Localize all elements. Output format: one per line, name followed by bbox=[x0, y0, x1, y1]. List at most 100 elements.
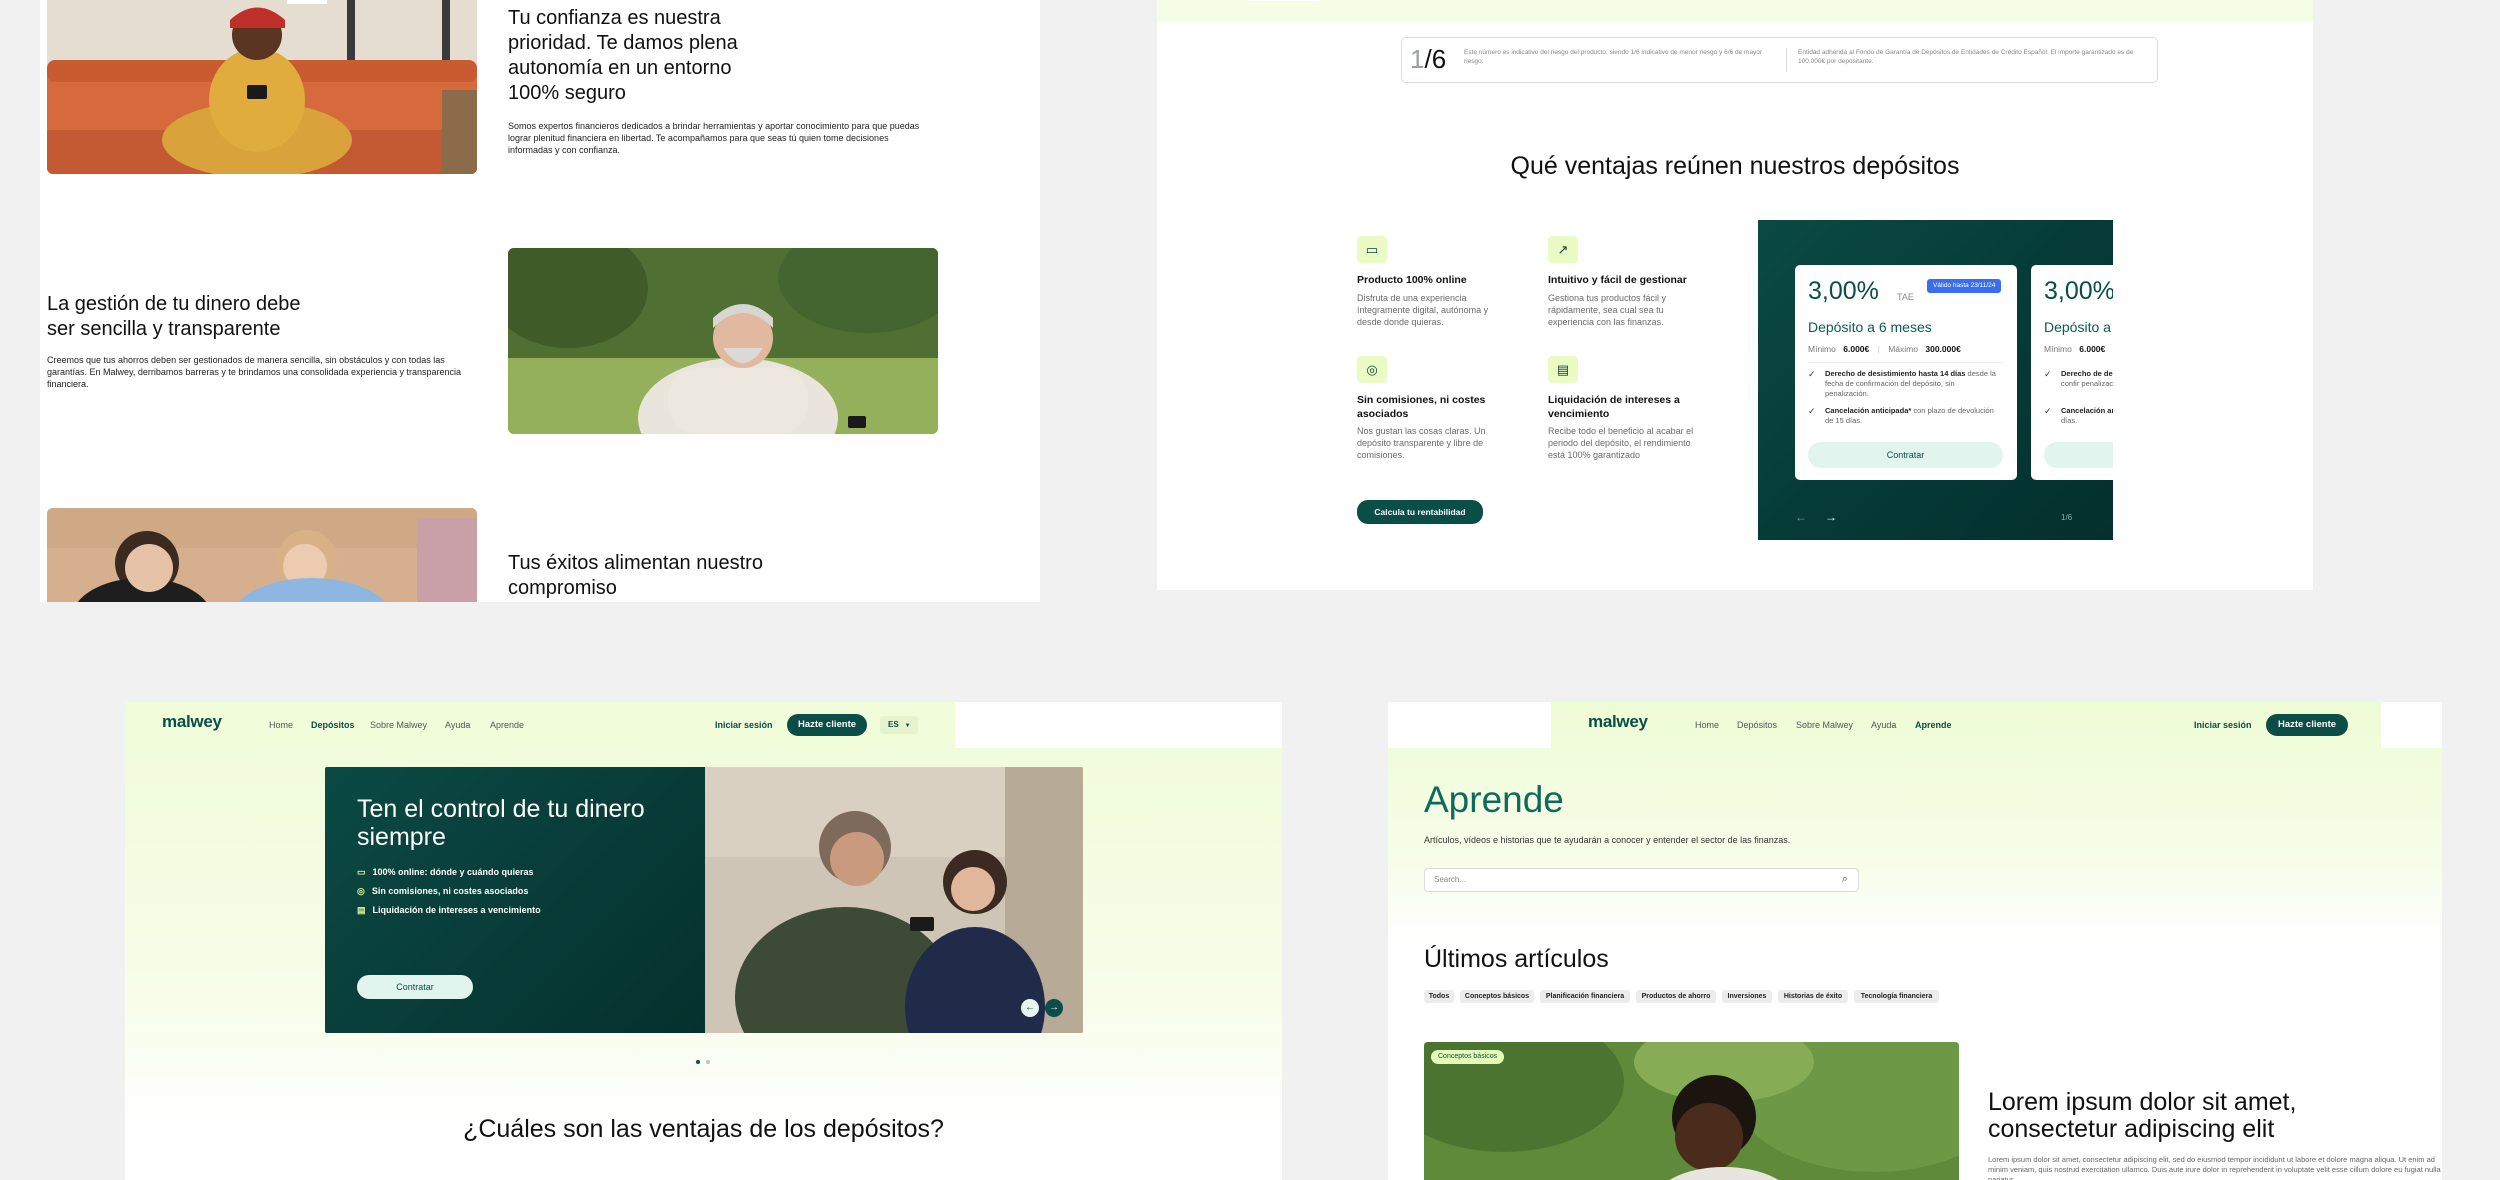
malwey-logo[interactable]: malwey bbox=[1588, 712, 1648, 732]
body-confianza: Somos expertos financieros dedicados a b… bbox=[508, 121, 920, 155]
deposit2-limits: Mínimo 6.000€ bbox=[2044, 344, 2105, 354]
search-input[interactable]: Search... ⌕ bbox=[1424, 868, 1859, 892]
min-label: Mínimo bbox=[1808, 344, 1836, 354]
nav-home[interactable]: Home bbox=[1695, 720, 1719, 730]
coin-icon: ◎ bbox=[1357, 356, 1387, 383]
hero-dot[interactable] bbox=[706, 1060, 710, 1064]
body-gestion: Creemos que tus ahorros deben ser gestio… bbox=[47, 355, 462, 389]
hero-prev-button[interactable]: ← bbox=[1021, 999, 1039, 1017]
ventajas-title: Qué ventajas reúnen nuestros depósitos bbox=[1510, 152, 1960, 180]
feature-title-intuitivo: Intuitivo y fácil de gestionar bbox=[1548, 274, 1687, 286]
hazte-cliente-button[interactable]: Hazte cliente bbox=[787, 714, 867, 736]
top-pill bbox=[1245, 0, 1323, 1]
risk-denominator: /6 bbox=[1424, 44, 1447, 74]
cash-icon: ▤ bbox=[357, 905, 366, 915]
malwey-logo[interactable]: malwey bbox=[162, 712, 222, 732]
hero-dot-active[interactable] bbox=[696, 1060, 700, 1064]
panel-depositos-ventajas: 1/6 Este número es indicativo del riesgo… bbox=[1157, 0, 2313, 590]
chip-historias-exito[interactable]: Historias de éxito bbox=[1778, 990, 1848, 1003]
hero-contratar-button[interactable]: Contratar bbox=[357, 975, 473, 999]
nav-home[interactable]: Home bbox=[269, 720, 293, 730]
valid-until-badge: Válido hasta 23/11/24 bbox=[1927, 279, 2002, 293]
deposit2-check1-bold: Derecho de des bbox=[2061, 369, 2113, 378]
hazte-cliente-button[interactable]: Hazte cliente bbox=[2266, 714, 2348, 736]
article-image[interactable]: Conceptos básicos bbox=[1424, 1042, 1959, 1180]
deposit2-button[interactable] bbox=[2044, 442, 2113, 468]
card-divider bbox=[1808, 362, 2004, 363]
article-title[interactable]: Lorem ipsum dolor sit amet, consectetur … bbox=[1988, 1089, 2358, 1143]
calcula-rentabilidad-button[interactable]: Calcula tu rentabilidad bbox=[1357, 500, 1483, 524]
deposit-limits: Mínimo 6.000€ | Máximo 300.000€ bbox=[1808, 344, 1961, 354]
risk-divider bbox=[1786, 48, 1787, 72]
heading-exitos: Tus éxitos alimentan nuestro compromiso bbox=[508, 552, 763, 599]
feature-body-online: Disfruta de una experiencia íntegramente… bbox=[1357, 293, 1489, 327]
arrow-left-icon: ← bbox=[1025, 1002, 1035, 1013]
nav-depositos[interactable]: Depósitos bbox=[1737, 720, 1777, 730]
header-white-right bbox=[2381, 702, 2442, 748]
chip-todos[interactable]: Todos bbox=[1424, 990, 1454, 1003]
contratar-card-button[interactable]: Contratar bbox=[1808, 442, 2003, 468]
nav-ayuda[interactable]: Ayuda bbox=[445, 720, 470, 730]
risk-text: Este número es indicativo del riesgo del… bbox=[1464, 49, 1763, 65]
nav-aprende[interactable]: Aprende bbox=[490, 720, 524, 730]
chip-conceptos-basicos[interactable]: Conceptos básicos bbox=[1460, 990, 1534, 1003]
deposit-rate: 3,00% bbox=[1808, 277, 1879, 305]
chip-tecnologia[interactable]: Tecnología financiera bbox=[1854, 990, 1939, 1003]
hero-next-button[interactable]: → bbox=[1045, 999, 1063, 1017]
photo-woman-sofa bbox=[47, 0, 477, 174]
login-link[interactable]: Iniciar sesión bbox=[2194, 720, 2252, 730]
guarantee-text: Entidad adherida al Fondo de Garantía de… bbox=[1798, 49, 2134, 65]
carousel-pager: 1/6 bbox=[2061, 513, 2073, 522]
chevron-down-icon: ▼ bbox=[904, 723, 911, 729]
top-band bbox=[1157, 0, 2313, 22]
chip-inversiones[interactable]: Inversiones bbox=[1722, 990, 1772, 1003]
panel-about: Tu confianza es nuestra prioridad. Te da… bbox=[40, 0, 1040, 602]
deposit-tae: TAE bbox=[1897, 292, 1914, 302]
hero-bullet-3: ▤ Liquidación de intereses a vencimiento bbox=[357, 905, 541, 916]
deposit-card-next: 3,00% Depósito a Mínimo 6.000€ Derecho d… bbox=[2031, 265, 2113, 480]
deposit-title: Depósito a 6 meses bbox=[1808, 319, 1932, 335]
chip-productos-ahorro[interactable]: Productos de ahorro bbox=[1636, 990, 1716, 1003]
hero-bullet-2: ◎ Sin comisiones, ni costes asociados bbox=[357, 886, 528, 897]
deposit-carousel: 3,00% TAE Válido hasta 23/11/24 Depósito… bbox=[1758, 220, 2113, 540]
hero-banner: Ten el control de tu dinero siempre ▭ 100… bbox=[325, 767, 1083, 1033]
photo-man-park bbox=[508, 248, 938, 434]
search-icon: ⌕ bbox=[1841, 873, 1848, 885]
nav-depositos[interactable]: Depósitos bbox=[311, 720, 355, 730]
panel-aprende: malwey Home Depósitos Sobre Malwey Ayuda… bbox=[1388, 702, 2442, 1180]
check1-bold: Derecho de desistimiento hasta 14 días bbox=[1825, 369, 1966, 378]
deposit-card-6m: 3,00% TAE Válido hasta 23/11/24 Depósito… bbox=[1795, 265, 2017, 480]
hero-bullet-3-text: Liquidación de intereses a vencimiento bbox=[372, 905, 541, 915]
aprende-title: Aprende bbox=[1424, 779, 1564, 820]
risk-level: 1/6 bbox=[1410, 44, 1446, 75]
nav-aprende[interactable]: Aprende bbox=[1915, 720, 1952, 730]
nav-ayuda[interactable]: Ayuda bbox=[1871, 720, 1896, 730]
ventajas-depositos-title: ¿Cuáles son las ventajas de los depósito… bbox=[463, 1115, 944, 1143]
risk-numerator: 1 bbox=[1410, 44, 1425, 74]
hero-bullet-1: ▭ 100% online: dónde y cuándo quieras bbox=[357, 867, 534, 878]
carousel-next-arrow[interactable]: → bbox=[1825, 510, 1837, 524]
nav-sobre-malwey[interactable]: Sobre Malwey bbox=[1796, 720, 1853, 730]
check-desistimiento: Derecho de desistimiento hasta 14 días d… bbox=[1808, 369, 1998, 399]
feature-body-liquidacion: Recibe todo el beneficio al acabar el pe… bbox=[1548, 426, 1694, 460]
photo-two-women bbox=[47, 508, 477, 602]
header-white-block bbox=[955, 702, 1282, 748]
language-value: ES bbox=[888, 720, 899, 729]
deposit2-check1: Derecho de des fecha de confir penalizac… bbox=[2044, 369, 2113, 389]
check-cancelacion: Cancelación anticipada* con plazo de dev… bbox=[1808, 406, 1998, 426]
login-link[interactable]: Iniciar sesión bbox=[715, 720, 773, 730]
deposit2-min-value: 6.000€ bbox=[2079, 344, 2106, 354]
laptop-icon: ▭ bbox=[357, 867, 366, 877]
search-placeholder: Search... bbox=[1434, 875, 1467, 884]
deposit2-rate: 3,00% bbox=[2044, 277, 2113, 305]
hero-bullet-2-text: Sin comisiones, ni costes asociados bbox=[371, 886, 529, 896]
limits-sep: | bbox=[1877, 344, 1880, 354]
chip-planificacion[interactable]: Planificación financiera bbox=[1540, 990, 1630, 1003]
carousel-prev-arrow[interactable]: ← bbox=[1795, 510, 1807, 524]
arrow-right-icon: → bbox=[1049, 1002, 1059, 1013]
nav-sobre-malwey[interactable]: Sobre Malwey bbox=[370, 720, 427, 730]
feature-title-online: Producto 100% online bbox=[1357, 274, 1467, 286]
deposit2-check2: Cancelación an de 15 días. bbox=[2044, 406, 2113, 426]
max-value: 300.000€ bbox=[1925, 344, 1961, 354]
language-selector[interactable]: ES ▼ bbox=[880, 716, 918, 734]
